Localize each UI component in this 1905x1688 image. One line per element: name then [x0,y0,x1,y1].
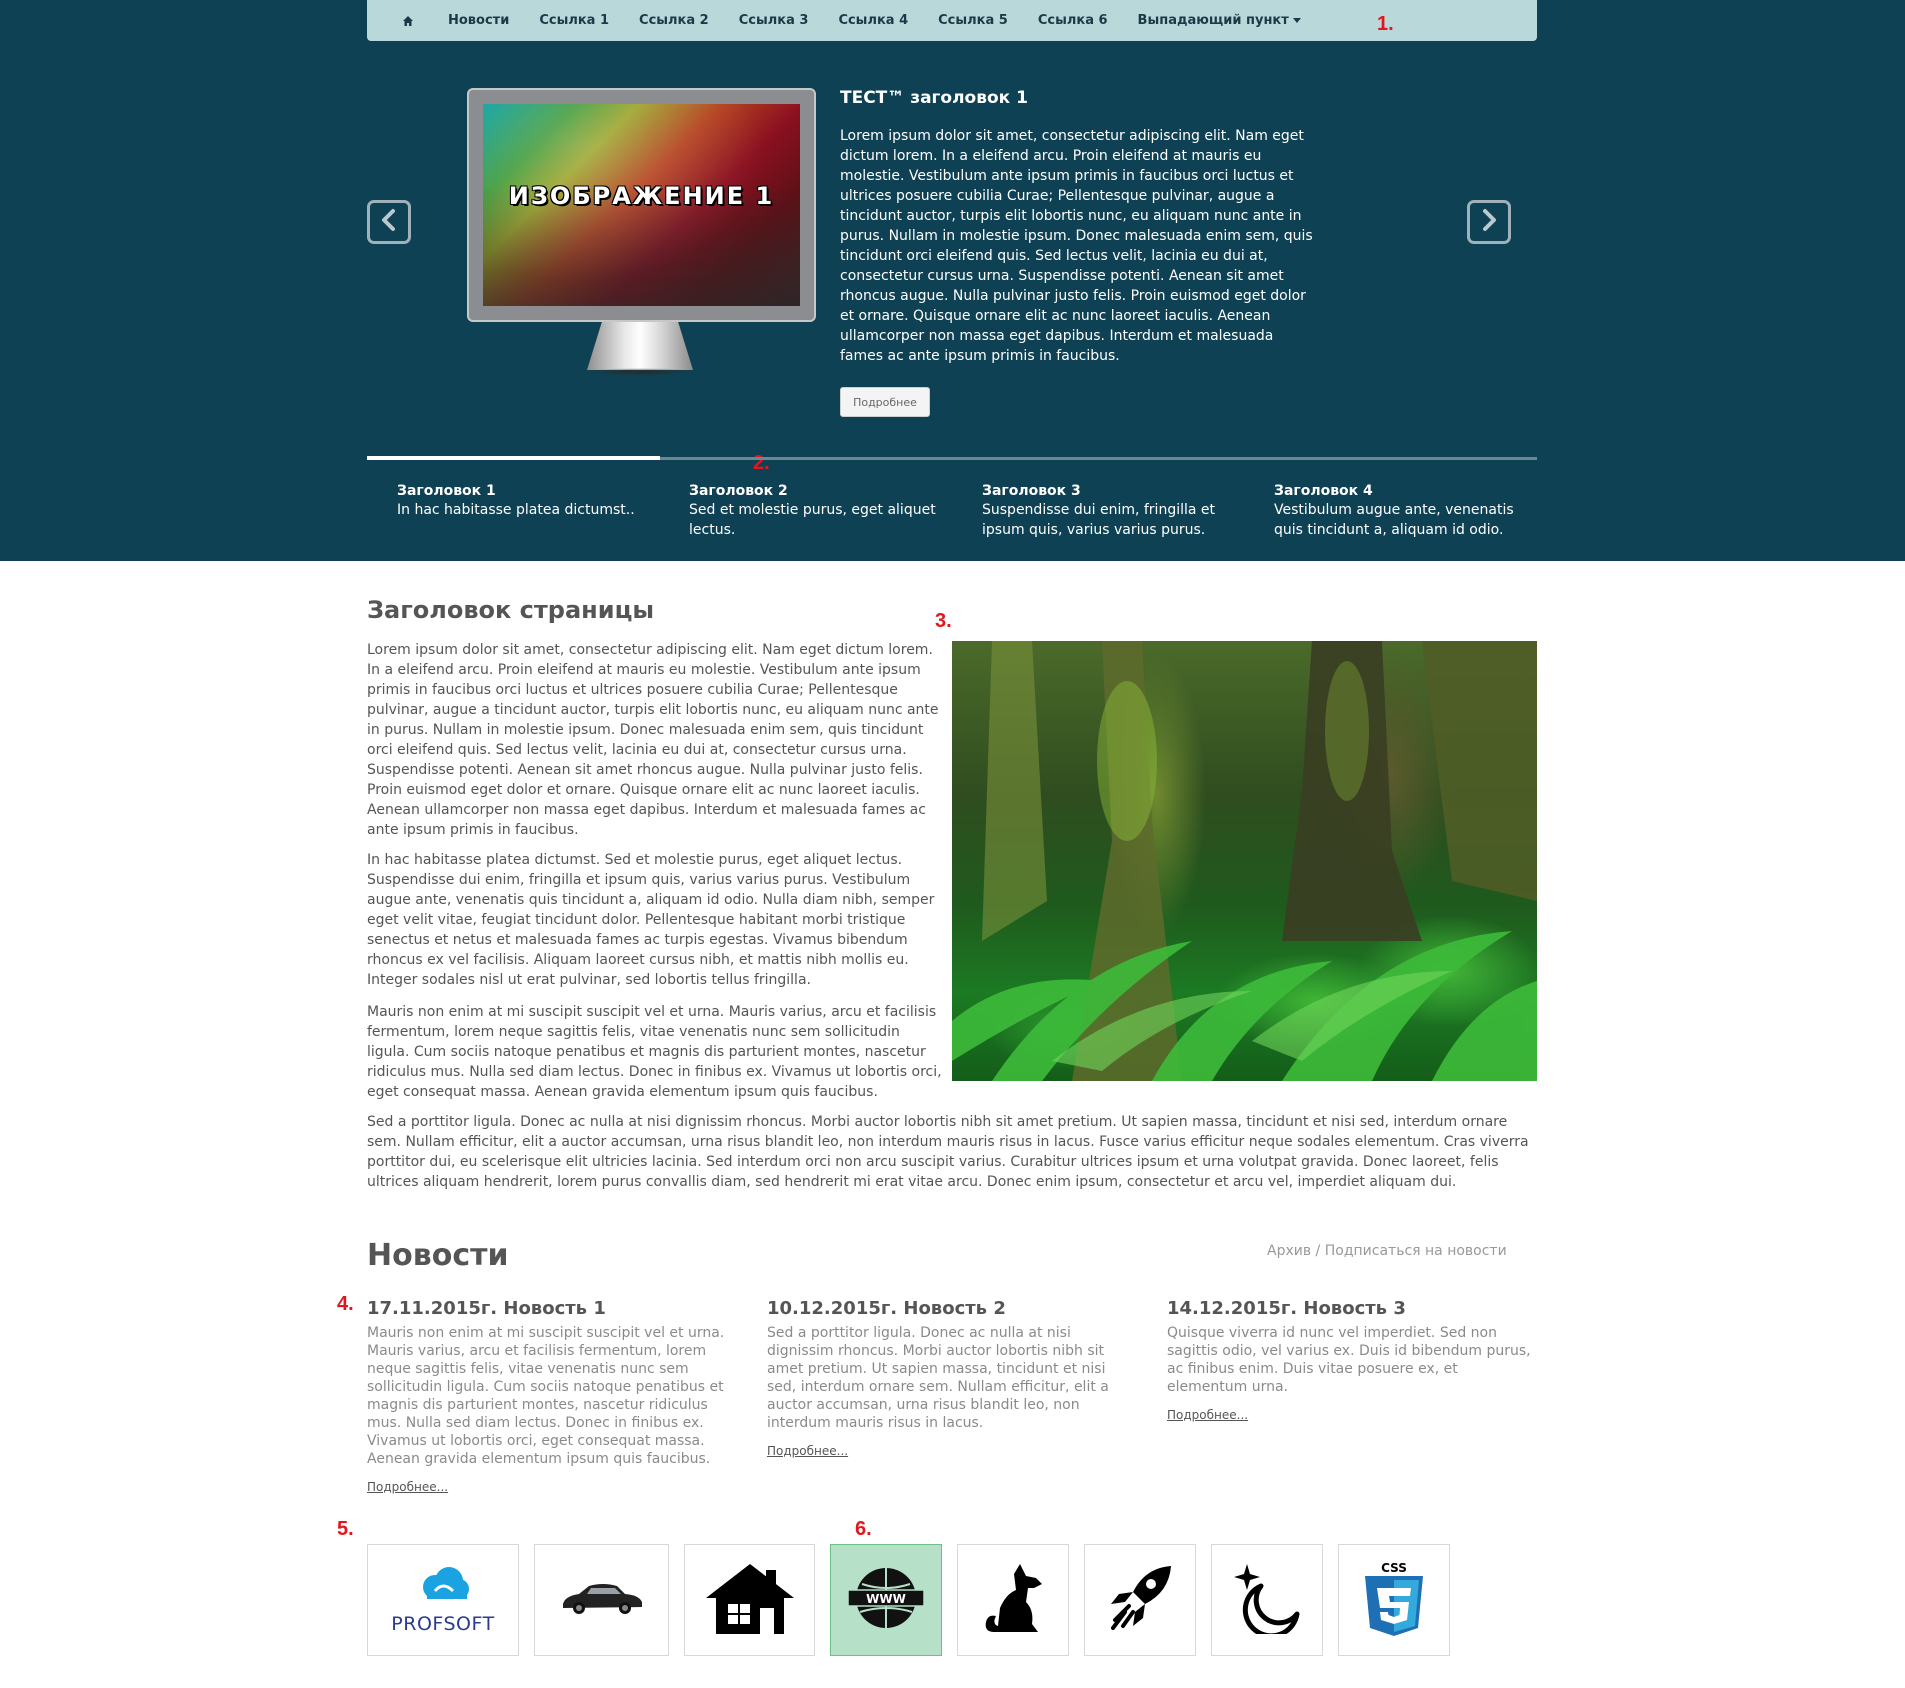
marker-1: 1. [1377,13,1394,35]
content-paragraph-3: Mauris non enim at mi suscipit suscipit … [367,1004,942,1100]
subscribe-link[interactable]: Подписаться на новости [1325,1243,1507,1259]
slider-tab-active-indicator [367,456,660,460]
tile-www[interactable]: WWW [830,1544,942,1656]
news-heading: Новости [367,1238,509,1273]
slider-tab-desc: Vestibulum augue ante, venenatis quis ti… [1274,502,1514,538]
news-more-link[interactable]: Подробнее... [367,1480,448,1494]
nav-link-4[interactable]: Ссылка 4 [823,13,923,28]
slider-tab-2[interactable]: Заголовок 2 Sed et molestie purus, eget … [689,482,949,540]
tile-moon[interactable] [1211,1544,1323,1656]
slider-tab-desc: In hac habitasse platea dictumst.. [397,502,635,518]
profsoft-logo-icon [413,1565,473,1609]
slider-prev-button[interactable] [367,200,411,244]
archive-link[interactable]: Архив [1267,1243,1311,1259]
nav-link-3[interactable]: Ссылка 3 [724,13,824,28]
nav-link-6[interactable]: Ссылка 6 [1023,13,1123,28]
chevron-right-icon [1479,208,1499,236]
marker-4: 4. [337,1293,354,1315]
news-item-2: 10.12.2015г. Новость 2 Sed a porttitor l… [767,1298,1137,1459]
monitor-stand [587,322,693,370]
css3-label: CSS [1381,1561,1407,1575]
slide-image-caption: ИЗОБРАЖЕНИЕ 1 [508,182,775,210]
tile-car[interactable] [534,1544,669,1656]
profsoft-label: PROFSOFT [391,1613,495,1635]
dog-icon [980,1562,1046,1638]
news-links-separator: / [1311,1243,1325,1259]
news-title: 17.11.2015г. Новость 1 [367,1298,606,1319]
news-text: Sed a porttitor ligula. Donec ac nulla a… [767,1325,1109,1431]
svg-text:WWW: WWW [866,1592,906,1606]
nav-link-5[interactable]: Ссылка 5 [923,13,1023,28]
monitor-base-shadow [585,368,695,376]
house-icon [704,1562,796,1638]
tile-dog[interactable] [957,1544,1069,1656]
slider-tab-title: Заголовок 3 [982,483,1081,499]
content-paragraph-1: Lorem ipsum dolor sit amet, consectetur … [367,642,939,838]
news-more-link[interactable]: Подробнее... [1167,1408,1248,1422]
slider-tab-4[interactable]: Заголовок 4 Vestibulum augue ante, venen… [1274,482,1534,540]
content-paragraph-2: In hac habitasse platea dictumst. Sed et… [367,852,935,988]
marker-3: 3. [935,610,952,632]
news-title: 14.12.2015г. Новость 3 [1167,1298,1406,1319]
tile-rocket[interactable] [1084,1544,1196,1656]
rocket-icon [1105,1562,1175,1638]
tile-house[interactable] [684,1544,815,1656]
slider-tab-desc: Sed et molestie purus, eget aliquet lect… [689,502,936,538]
slider-next-button[interactable] [1467,200,1511,244]
marker-6: 6. [855,1518,872,1540]
forest-photo [952,641,1537,1081]
marker-5: 5. [337,1518,354,1540]
chevron-left-icon [379,208,399,236]
moon-star-icon [1231,1562,1303,1639]
slider-tab-desc: Suspendisse dui enim, fringilla et ipsum… [982,502,1216,538]
www-globe-icon: WWW [846,1562,926,1638]
slider-tab-1[interactable]: Заголовок 1 In hac habitasse platea dict… [397,482,657,520]
nav-link-1[interactable]: Ссылка 1 [524,13,624,28]
slider-tab-title: Заголовок 2 [689,483,788,499]
news-item-1: 17.11.2015г. Новость 1 Mauris non enim a… [367,1298,737,1495]
caret-down-icon [1292,18,1301,23]
nav-dropdown-label: Выпадающий пункт [1137,13,1289,28]
monitor-bezel: ИЗОБРАЖЕНИЕ 1 [467,88,816,322]
slider-tab-3[interactable]: Заголовок 3 Suspendisse dui enim, fringi… [982,482,1242,540]
top-navbar: Новости Ссылка 1 Ссылка 2 Ссылка 3 Ссылк… [367,0,1537,41]
slide-monitor-image: ИЗОБРАЖЕНИЕ 1 [467,88,816,388]
marker-2: 2. [753,452,770,474]
slide-more-button[interactable]: Подробнее [840,387,930,417]
page-title: Заголовок страницы [367,596,655,624]
slide-title: ТЕСТ™ заголовок 1 [840,88,1028,108]
css3-icon: CSS [1363,1560,1425,1640]
content-paragraph-4: Sed a porttitor ligula. Donec ac nulla a… [367,1114,1529,1190]
news-links: Архив / Подписаться на новости [1267,1243,1507,1259]
home-icon[interactable] [401,14,415,28]
car-icon [559,1580,645,1620]
slide-text: Lorem ipsum dolor sit amet, consectetur … [840,128,1313,364]
news-title: 10.12.2015г. Новость 2 [767,1298,1006,1319]
nav-link-news[interactable]: Новости [433,13,524,28]
news-text: Quisque viverra id nunc vel imperdiet. S… [1167,1325,1531,1395]
slider-tab-title: Заголовок 1 [397,483,496,499]
monitor-screen: ИЗОБРАЖЕНИЕ 1 [483,104,800,306]
tile-css3[interactable]: CSS [1338,1544,1450,1656]
slider-tab-title: Заголовок 4 [1274,483,1373,499]
news-item-3: 14.12.2015г. Новость 3 Quisque viverra i… [1167,1298,1537,1423]
news-text: Mauris non enim at mi suscipit suscipit … [367,1325,725,1467]
tile-profsoft[interactable]: PROFSOFT [367,1544,519,1656]
news-more-link[interactable]: Подробнее... [767,1444,848,1458]
nav-dropdown[interactable]: Выпадающий пункт [1123,13,1316,28]
nav-link-2[interactable]: Ссылка 2 [624,13,724,28]
